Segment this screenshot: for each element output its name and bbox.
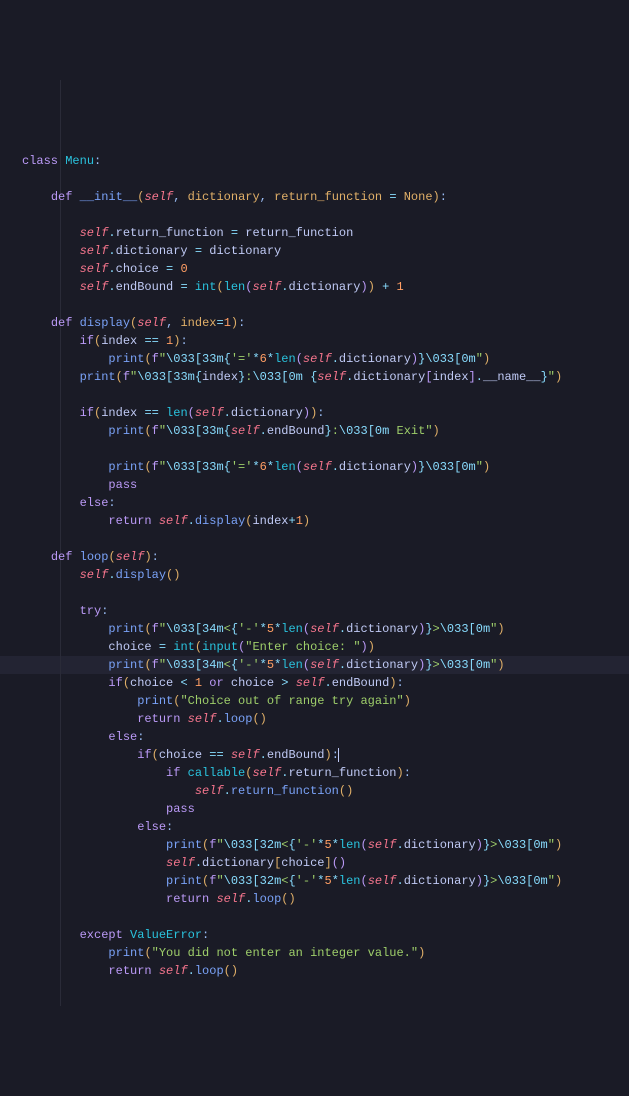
code-content: class Menu: def __init__(self, dictionar… [22,152,629,980]
code-editor[interactable]: class Menu: def __init__(self, dictionar… [0,72,629,1006]
